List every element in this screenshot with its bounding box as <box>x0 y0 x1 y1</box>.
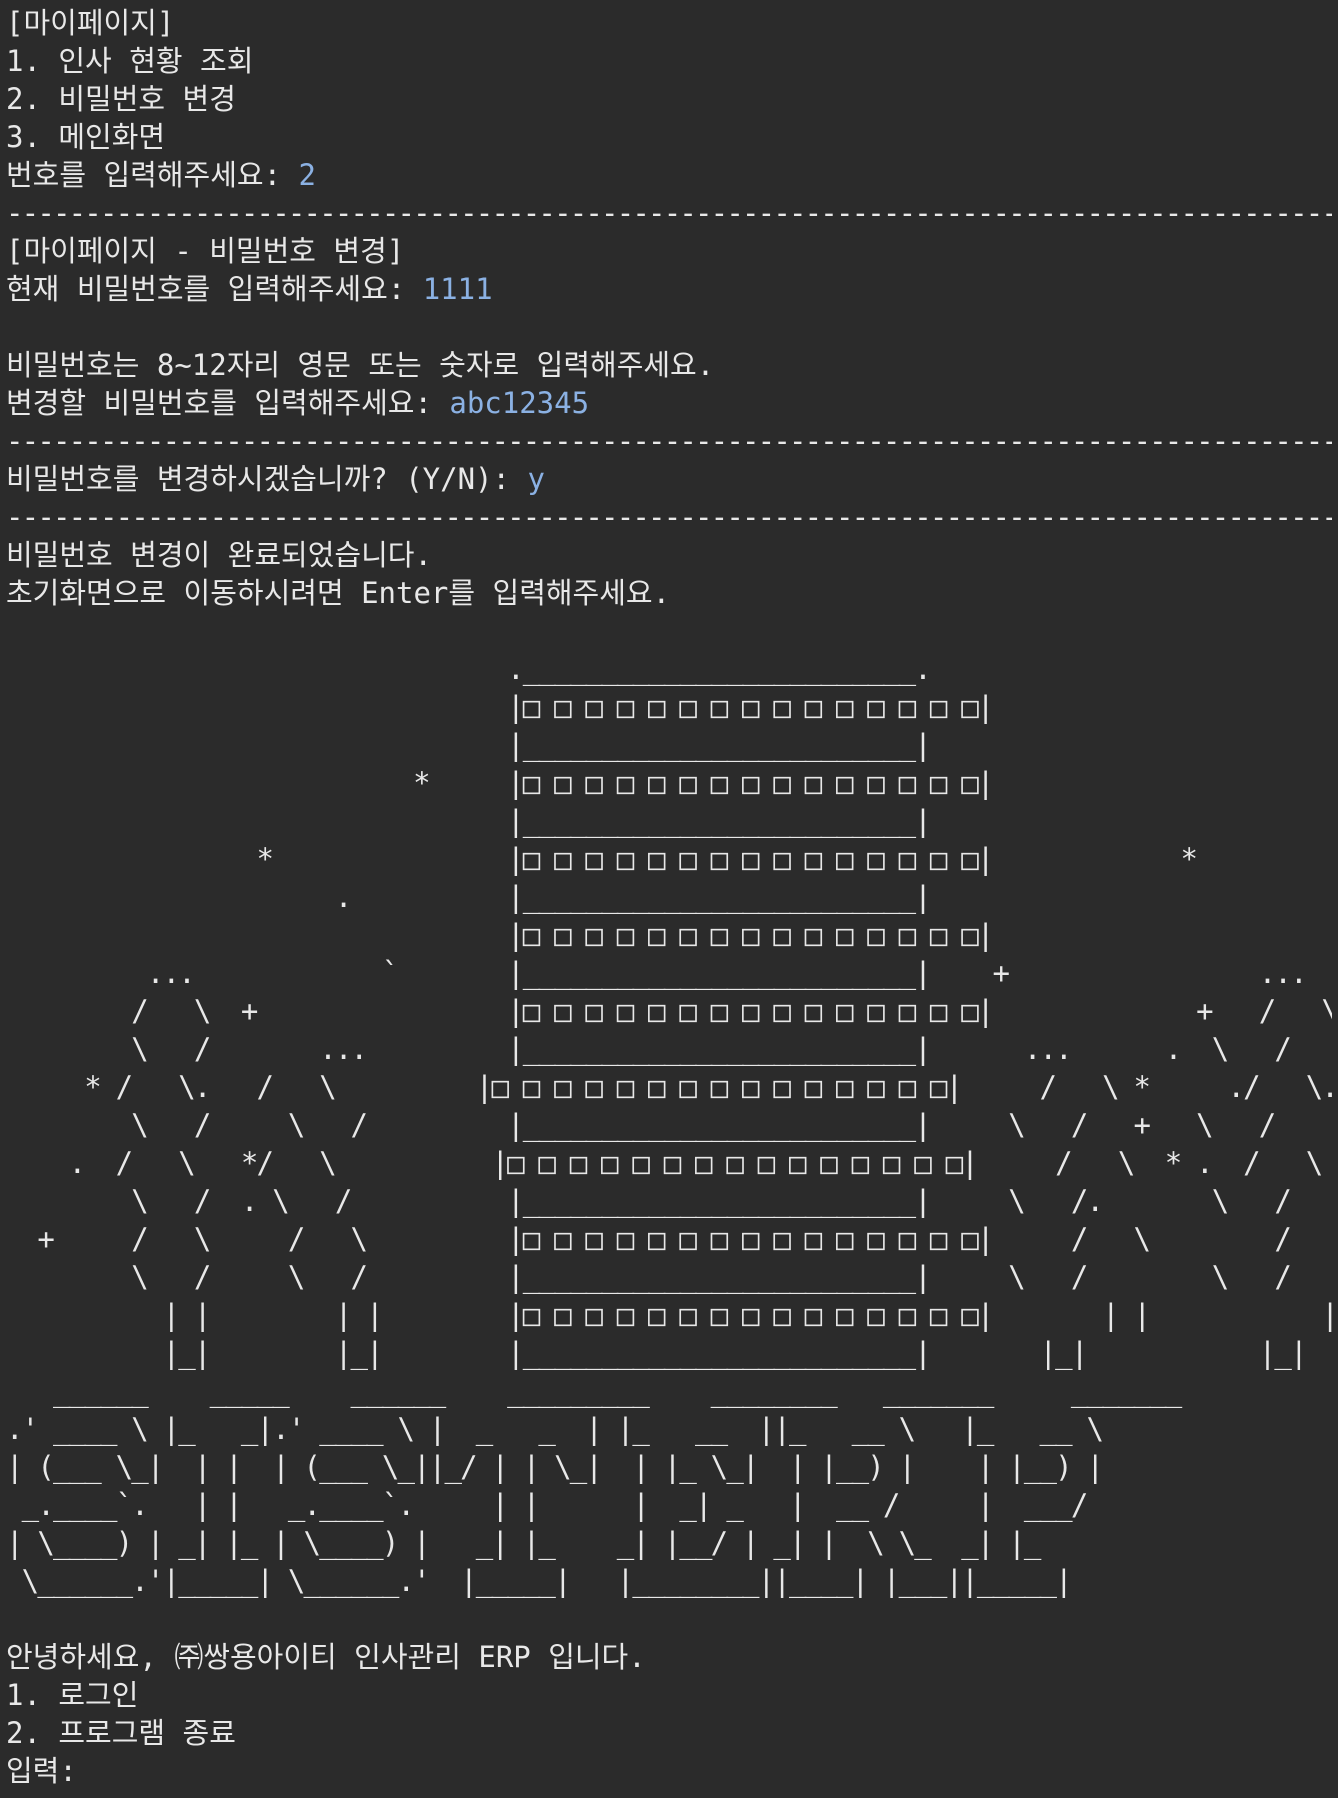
user-input: 2 <box>298 158 316 192</box>
ascii-art-line: ... ` |_________________________| + ... <box>6 956 1308 990</box>
prompt-text: 번호를 입력해주세요: <box>6 158 299 192</box>
output-line: 안녕하세요, ㈜쌍용아이티 인사관리 ERP 입니다. <box>6 1640 646 1674</box>
ascii-art-line: ._________________________. <box>6 652 932 686</box>
output-line: 비밀번호 변경이 완료되었습니다. <box>6 538 432 572</box>
output-line: 1. 로그인 <box>6 1678 139 1712</box>
ascii-art-line: . / \ */ \ |□ □ □ □ □ □ □ □ □ □ □ □ □ □ … <box>6 1146 1324 1180</box>
ascii-art-line: * |□ □ □ □ □ □ □ □ □ □ □ □ □ □ □| * <box>6 842 1198 876</box>
ascii-art-line: + / \ / \ |□ □ □ □ □ □ □ □ □ □ □ □ □ □ □… <box>6 1222 1332 1256</box>
prompt-text: 비밀번호를 변경하시겠습니까? (Y/N): <box>6 462 528 496</box>
separator-line: ----------------------------------------… <box>6 500 1332 534</box>
ascii-art-line: * |□ □ □ □ □ □ □ □ □ □ □ □ □ □ □| <box>6 766 994 800</box>
ascii-art-line: |□ □ □ □ □ □ □ □ □ □ □ □ □ □ □| * <box>6 918 1332 952</box>
output-line: 2. 프로그램 종료 <box>6 1716 236 1750</box>
user-input: y <box>527 462 545 496</box>
ascii-art-line: \ / \ / |_________________________| \ / … <box>6 1108 1332 1142</box>
output-line: 1. 인사 현황 조회 <box>6 44 254 78</box>
ascii-banner-line: \______.'|_____| \______.' |_____| |____… <box>6 1564 1073 1598</box>
prompt-line: 현재 비밀번호를 입력해주세요: 1111 <box>6 270 1332 308</box>
ascii-art-line: |_________________________| <box>6 728 932 762</box>
ascii-banner-line: .' ____ \ |_ _|.' ____ \ | _ _ | |_ __ |… <box>6 1412 1104 1446</box>
user-input: abc12345 <box>449 386 590 420</box>
ascii-art-line: | | | | |□ □ □ □ □ □ □ □ □ □ □ □ □ □ □| … <box>6 1298 1332 1332</box>
ascii-art-line: \ / \ / |_________________________| \ / … <box>6 1260 1292 1294</box>
prompt-line: 번호를 입력해주세요: 2 <box>6 156 1332 194</box>
prompt-line: 비밀번호를 변경하시겠습니까? (Y/N): y <box>6 460 1332 498</box>
ascii-banner-line: ______ _____ ______ _________ ________ _… <box>6 1374 1182 1408</box>
prompt-text: 현재 비밀번호를 입력해주세요: <box>6 272 423 306</box>
separator-line: ----------------------------------------… <box>6 196 1332 230</box>
ascii-art-line: * / \. / \ |□ □ □ □ □ □ □ □ □ □ □ □ □ □ … <box>6 1070 1332 1104</box>
ascii-art-line: |□ □ □ □ □ □ □ □ □ □ □ □ □ □ □| <box>6 690 994 724</box>
ascii-banner-line: | (___ \_| | | | (___ \_||_/ | | \_| | |… <box>6 1450 1104 1484</box>
ascii-art-line: . |_________________________| <box>6 880 932 914</box>
output-line: 3. 메인화면 <box>6 120 166 154</box>
prompt-line: 입력: <box>6 1752 1332 1790</box>
ascii-art-line: |_| |_| |_________________________| |_| … <box>6 1336 1308 1370</box>
output-line: 초기화면으로 이동하시려면 Enter를 입력해주세요. <box>6 576 671 610</box>
output-line: [마이페이지 - 비밀번호 변경] <box>6 234 405 268</box>
terminal-output: [마이페이지] 1. 인사 현황 조회 2. 비밀번호 변경 3. 메인화면 번호를 입… <box>6 4 1332 1794</box>
output-line: 비밀번호는 8~12자리 영문 또는 숫자로 입력해주세요. <box>6 348 715 382</box>
ascii-art-line: |_________________________| <box>6 804 932 838</box>
output-line: [마이페이지] <box>6 6 175 40</box>
ascii-banner-line: | \____) | _| |_ | \____) | _| |_ _| |__… <box>6 1526 1041 1560</box>
prompt-line: 변경할 비밀번호를 입력해주세요: abc12345 <box>6 384 1332 422</box>
ascii-art-line: \ / . \ / |_________________________| \ … <box>6 1184 1292 1218</box>
ascii-art-line: \ / ... |_________________________| ... … <box>6 1032 1292 1066</box>
output-line: 2. 비밀번호 변경 <box>6 82 236 116</box>
ascii-banner-line: _.____`. | | _.____`. | | | _| _ | __ / … <box>6 1488 1089 1522</box>
user-input: 1111 <box>422 272 493 306</box>
prompt-text: 입력: <box>6 1754 95 1788</box>
ascii-art-line: / \ + |□ □ □ □ □ □ □ □ □ □ □ □ □ □ □| + … <box>6 994 1332 1028</box>
prompt-text: 변경할 비밀번호를 입력해주세요: <box>6 386 450 420</box>
separator-line: ----------------------------------------… <box>6 424 1332 458</box>
